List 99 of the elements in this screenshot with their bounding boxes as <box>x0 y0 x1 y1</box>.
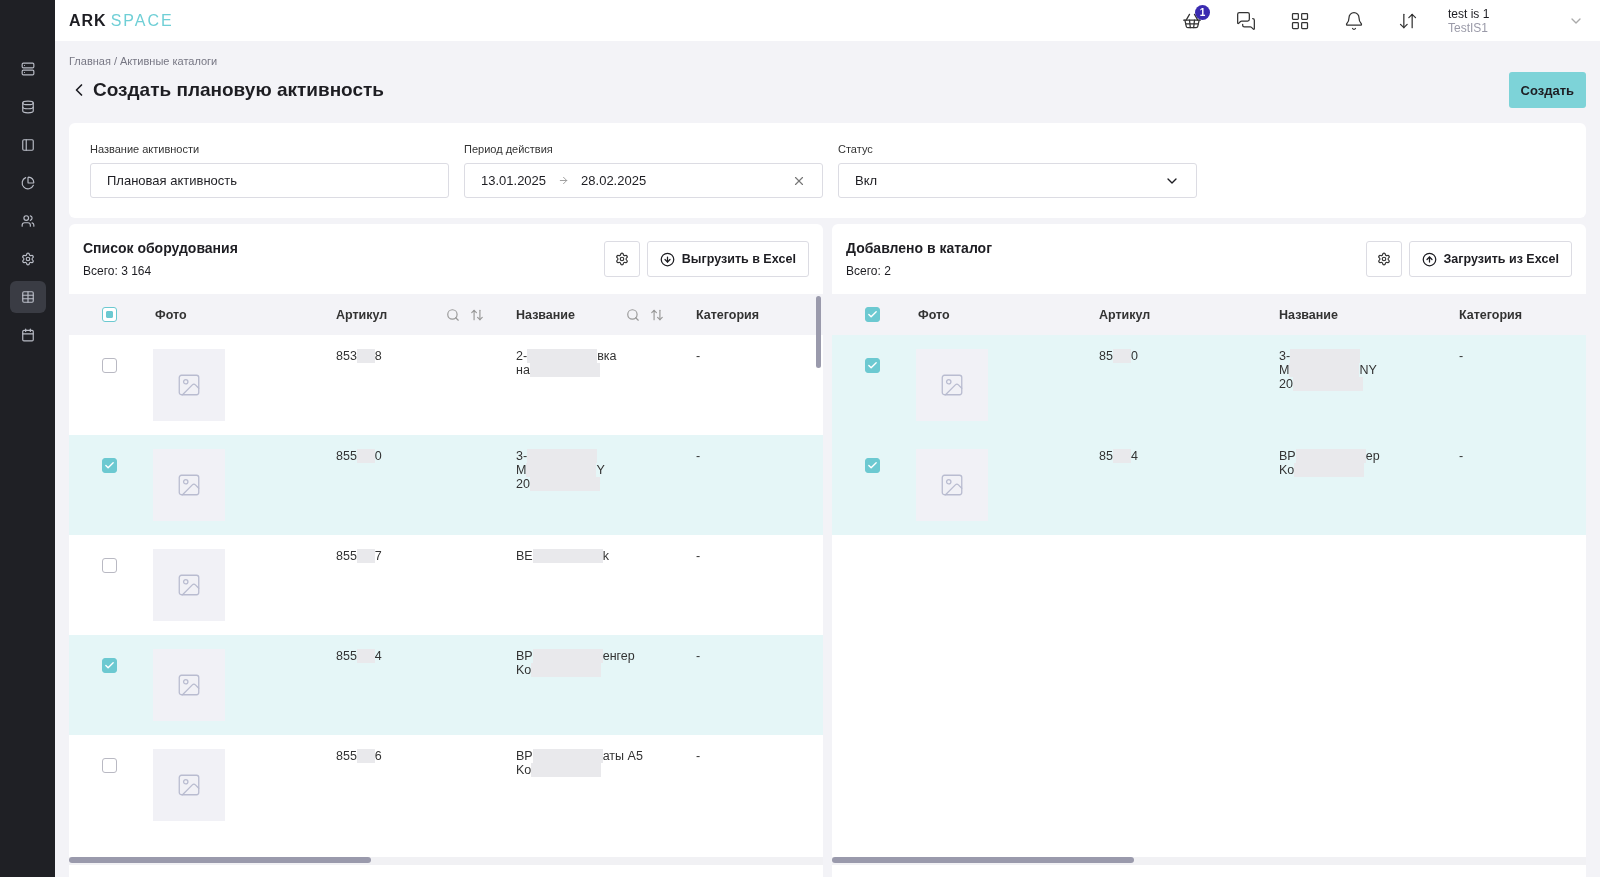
select-all-checkbox[interactable] <box>101 307 117 322</box>
check-icon <box>103 660 115 671</box>
article-cell-text: 85 4 <box>1099 449 1138 465</box>
row-checkbox[interactable] <box>864 358 880 373</box>
article-cell-text: 853 8 <box>336 349 382 365</box>
image-icon <box>939 472 965 498</box>
sort-icon[interactable] <box>470 307 484 322</box>
total-count: Всего: 3 164 <box>83 264 153 278</box>
column-header: Категория <box>696 307 760 322</box>
select-all-checkbox[interactable] <box>864 307 880 322</box>
column-header: Фото <box>155 307 187 322</box>
field-label: Статус <box>838 143 874 155</box>
name-cell-text: BP ер Ko <box>1279 449 1380 479</box>
logo: ARK SPACE <box>69 11 174 30</box>
sort-icon[interactable] <box>650 307 664 322</box>
database-icon <box>20 100 35 114</box>
create-button[interactable]: Создать <box>1508 72 1586 108</box>
scrollbar[interactable] <box>816 296 821 368</box>
user-name: test is 1 <box>1448 6 1491 21</box>
search-icon[interactable] <box>626 307 640 322</box>
excel-button[interactable]: Выгрузить в Excel <box>646 241 809 277</box>
panel-title: Список оборудования <box>83 240 238 256</box>
column-header: Артикул <box>336 307 388 322</box>
name-cell-text: 3- M NY 20 <box>1279 349 1377 393</box>
image-icon <box>939 372 965 398</box>
panel-title: Добавлено в каталог <box>846 240 992 256</box>
field-label: Название активности <box>90 143 201 155</box>
column-header: Фото <box>918 307 950 322</box>
category-cell-text: - <box>696 549 701 565</box>
image-icon <box>176 472 202 498</box>
user-org: TestIS1 <box>1448 20 1490 35</box>
table-row[interactable]: 85 4 BP ер Ko - <box>832 435 1586 535</box>
users-icon <box>20 214 35 228</box>
check-icon <box>866 460 878 471</box>
name-cell-text: BE k <box>516 549 609 565</box>
table-row[interactable]: 85 0 3- M NY 20 - <box>832 335 1586 435</box>
download-icon <box>659 251 675 267</box>
article-cell-text: 855 0 <box>336 449 382 465</box>
search-icon[interactable] <box>446 307 460 322</box>
pie-chart-icon <box>20 176 35 190</box>
status-select[interactable]: Вкл <box>838 163 1197 198</box>
article-cell-text: 855 6 <box>336 749 382 765</box>
arrow-right-icon <box>558 175 570 186</box>
image-icon <box>176 672 202 698</box>
name-cell-text: BP енгер Ko <box>516 649 635 679</box>
bell-icon[interactable] <box>1344 10 1364 31</box>
settings-button[interactable] <box>603 241 640 277</box>
column-header: Название <box>1279 307 1338 322</box>
sidebar-item[interactable] <box>9 281 46 313</box>
page-title: Создать плановую активность <box>93 79 384 101</box>
article-cell-text: 85 0 <box>1099 349 1138 365</box>
column-header: Категория <box>1459 307 1523 322</box>
input-field[interactable]: Плановая активность <box>90 163 449 198</box>
panel-icon <box>20 138 35 152</box>
name-cell-text: 2- вка на <box>516 349 617 379</box>
cart-badge: 1 <box>1195 4 1210 20</box>
field-label: Период действия <box>464 143 554 155</box>
scrollbar[interactable] <box>832 857 1134 863</box>
breadcrumb: Главная / Активные каталоги <box>69 55 219 67</box>
help-chat-icon[interactable] <box>1236 10 1256 31</box>
total-count: Всего: 2 <box>846 264 892 278</box>
category-cell-text: - <box>696 749 701 765</box>
scrollbar[interactable] <box>69 857 371 863</box>
image-icon <box>176 372 202 398</box>
category-cell-text: - <box>1459 449 1464 465</box>
check-icon <box>866 309 878 320</box>
table-row[interactable]: 855 0 3- M Y 20 - <box>69 435 823 535</box>
row-checkbox[interactable] <box>101 458 117 473</box>
row-checkbox[interactable] <box>101 558 117 573</box>
grid-icon[interactable] <box>1290 10 1310 31</box>
table-row[interactable]: 855 4 BP енгер Ko - <box>69 635 823 735</box>
upload-icon <box>1421 251 1437 267</box>
category-cell-text: - <box>696 449 701 465</box>
date-range-field[interactable]: 13.01.2025 28.02.2025 <box>464 163 823 198</box>
check-icon <box>866 360 878 371</box>
server-icon <box>20 62 35 76</box>
column-header: Название <box>516 307 575 322</box>
settings-icon <box>1376 252 1391 266</box>
row-checkbox[interactable] <box>101 358 117 373</box>
image-icon <box>176 772 202 798</box>
image-icon <box>176 572 202 598</box>
settings-button[interactable] <box>1365 241 1402 277</box>
row-checkbox[interactable] <box>864 458 880 473</box>
settings-icon <box>20 252 35 266</box>
check-icon <box>103 460 115 471</box>
settings-icon <box>614 252 629 266</box>
name-cell-text: BP аты A5 Ko <box>516 749 643 779</box>
article-cell-text: 855 7 <box>336 549 382 565</box>
table-icon <box>20 290 35 304</box>
article-cell-text: 855 4 <box>336 649 382 665</box>
calendar-icon <box>20 328 35 342</box>
name-cell-text: 3- M Y 20 <box>516 449 605 493</box>
excel-button[interactable]: Загрузить из Excel <box>1408 241 1572 277</box>
category-cell-text: - <box>1459 349 1464 365</box>
column-header: Артикул <box>1099 307 1151 322</box>
category-cell-text: - <box>696 649 701 665</box>
category-cell-text: - <box>696 349 701 365</box>
row-checkbox[interactable] <box>101 658 117 673</box>
row-checkbox[interactable] <box>101 758 117 773</box>
